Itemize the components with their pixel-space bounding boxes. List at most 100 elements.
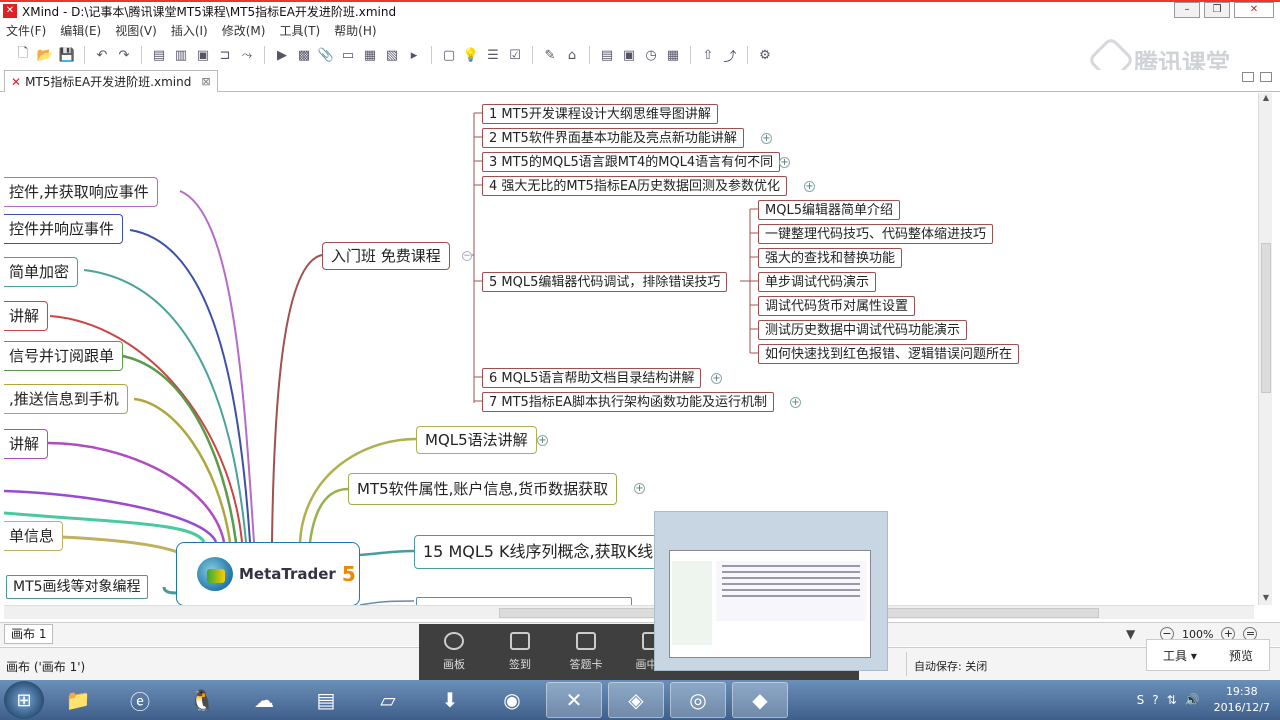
task-icon[interactable]: ☑ xyxy=(506,46,524,64)
left-node-6[interactable]: ,推送信息到手机 xyxy=(4,384,128,414)
qq-penguin-icon[interactable]: 🐧 xyxy=(174,682,230,718)
expand-plus-icon[interactable]: + xyxy=(761,133,772,144)
debug-subtopic-2[interactable]: 一键整理代码技巧、代码整体缩进技巧 xyxy=(758,224,994,244)
theme-icon[interactable]: ⌂ xyxy=(563,46,581,64)
menu-edit[interactable]: 编辑(E) xyxy=(60,22,101,40)
outline-icon[interactable]: ☰ xyxy=(484,46,502,64)
baidu-cloud-icon[interactable]: ☁ xyxy=(236,682,292,718)
answer-card-button[interactable]: 答题卡 xyxy=(563,624,609,680)
summary-icon[interactable]: ⊐ xyxy=(216,46,234,64)
redo-icon[interactable]: ↷ xyxy=(115,46,133,64)
expand-plus-icon[interactable]: + xyxy=(804,181,815,192)
network-icon[interactable]: ⇅ xyxy=(1167,693,1177,707)
attachment-icon[interactable]: 📎 xyxy=(317,46,335,64)
file-explorer-icon[interactable]: 📁 xyxy=(50,682,106,718)
menu-modify[interactable]: 修改(M) xyxy=(222,22,266,40)
menu-help[interactable]: 帮助(H) xyxy=(334,22,376,40)
left-node-2[interactable]: 控件并响应事件 xyxy=(4,214,124,244)
insert-subtopic-icon[interactable]: ▥ xyxy=(172,46,190,64)
debug-subtopic-5[interactable]: 调试代码货币对属性设置 xyxy=(758,296,916,316)
picture-in-picture-preview[interactable] xyxy=(654,511,888,671)
minimize-button[interactable]: – xyxy=(1174,2,1200,18)
hyperlink-icon[interactable]: ▧ xyxy=(383,46,401,64)
debug-subtopic-3[interactable]: 强大的查找和替换功能 xyxy=(758,248,903,268)
mt5-properties-topic[interactable]: MT5软件属性,账户信息,货币数据获取 xyxy=(348,473,618,505)
preview-button[interactable]: 预览 xyxy=(1229,647,1253,664)
settings-gear-icon[interactable]: ⚙ xyxy=(756,46,774,64)
left-node-5[interactable]: 信号并订阅跟单 xyxy=(4,341,124,371)
expand-plus-icon[interactable]: + xyxy=(790,397,801,408)
kline-sequence-topic[interactable]: 15 MQL5 K线序列概念,获取K线 xyxy=(414,535,663,569)
download-manager-icon[interactable]: ⬇ xyxy=(422,682,478,718)
vertical-scroll-thumb[interactable] xyxy=(1261,243,1271,393)
menu-view[interactable]: 视图(V) xyxy=(115,22,157,40)
left-node-9[interactable]: MT5画线等对象编程 xyxy=(6,575,148,599)
style-icon[interactable]: ✎ xyxy=(541,46,559,64)
grid-icon[interactable]: ▤ xyxy=(598,46,616,64)
tencent-classroom-taskbar-icon[interactable]: ◈ xyxy=(608,682,664,718)
horizontal-scrollbar[interactable] xyxy=(4,605,1254,619)
system-clock[interactable]: 19:38 2016/12/7 xyxy=(1214,684,1270,716)
help-icon[interactable]: ? xyxy=(1152,693,1158,707)
marker-icon[interactable]: ▢ xyxy=(440,46,458,64)
audio-icon[interactable]: ▸ xyxy=(405,46,423,64)
lightbulb-icon[interactable]: 💡 xyxy=(462,46,480,64)
note-icon[interactable]: ▦ xyxy=(361,46,379,64)
export-icon[interactable]: ⤴ xyxy=(721,46,739,65)
presentation-icon[interactable]: ▶ xyxy=(273,46,291,64)
boundary-icon[interactable]: ▣ xyxy=(194,46,212,64)
label-icon[interactable]: ▭ xyxy=(339,46,357,64)
menu-tools[interactable]: 工具(T) xyxy=(279,22,320,40)
intro-child-4[interactable]: 4 强大无比的MT5指标EA历史数据回测及参数优化 xyxy=(482,176,787,196)
image-icon[interactable]: ▩ xyxy=(295,46,313,64)
intro-child-5[interactable]: 5 MQL5编辑器代码调试，排除错误技巧 xyxy=(482,272,728,292)
collapse-toggle-icon[interactable]: − xyxy=(462,251,472,261)
central-topic[interactable]: MetaTrader 5 xyxy=(176,542,360,605)
chrome-icon[interactable]: ◉ xyxy=(484,682,540,718)
new-file-icon[interactable]: 🗋 xyxy=(14,46,32,64)
left-node-1[interactable]: 控件,并获取响应事件 xyxy=(4,177,158,207)
document-tab[interactable]: ✕ MT5指标EA开发进阶班.xmind ⊠ xyxy=(4,70,218,92)
xmind-taskbar-icon[interactable]: ✕ xyxy=(546,682,602,718)
whiteboard-button[interactable]: 画板 xyxy=(431,624,477,680)
intro-child-7[interactable]: 7 MT5指标EA脚本执行架构函数功能及运行机制 xyxy=(482,392,774,412)
layout-icon[interactable]: ▣ xyxy=(620,46,638,64)
scroll-up-icon[interactable]: ▲ xyxy=(1259,93,1273,105)
notes-app-icon[interactable]: ▤ xyxy=(298,682,354,718)
debug-subtopic-7[interactable]: 如何快速找到红色报错、逻辑错误问题所在 xyxy=(758,344,1020,364)
insert-topic-icon[interactable]: ▤ xyxy=(150,46,168,64)
maximize-editor-button[interactable] xyxy=(1260,72,1272,82)
intro-child-1[interactable]: 1 MT5开发课程设计大纲思维导图讲解 xyxy=(482,104,718,124)
menu-file[interactable]: 文件(F) xyxy=(6,22,46,40)
debug-subtopic-4[interactable]: 单步调试代码演示 xyxy=(758,272,877,292)
intro-branch-topic[interactable]: 入门班 免费课程 xyxy=(322,242,450,270)
sheet-tab[interactable]: 画布 1 xyxy=(4,624,54,644)
sign-in-button[interactable]: 签到 xyxy=(497,624,543,680)
input-method-icon[interactable]: S xyxy=(1137,693,1145,707)
open-folder-icon[interactable]: 📂 xyxy=(36,46,54,64)
start-button[interactable]: ⊞ xyxy=(4,681,44,719)
intro-child-3[interactable]: 3 MT5的MQL5语言跟MT4的MQL4语言有何不同 xyxy=(482,152,781,172)
menu-insert[interactable]: 插入(I) xyxy=(171,22,208,40)
expand-plus-icon[interactable]: + xyxy=(779,157,790,168)
maximize-button[interactable]: ❐ xyxy=(1204,2,1230,18)
debug-subtopic-1[interactable]: MQL5编辑器简单介绍 xyxy=(758,200,900,220)
upload-icon[interactable]: ⇧ xyxy=(699,46,717,64)
expand-plus-icon[interactable]: + xyxy=(711,373,722,384)
partially-hidden-topic[interactable] xyxy=(416,597,632,605)
close-button[interactable]: ✕ xyxy=(1234,2,1274,18)
intro-child-2[interactable]: 2 MT5软件界面基本功能及亮点新功能讲解 xyxy=(482,128,744,148)
left-node-4[interactable]: 讲解 xyxy=(4,301,49,331)
clock-icon[interactable]: ◷ xyxy=(642,46,660,64)
browser-e-icon[interactable]: ⓔ xyxy=(112,682,168,718)
vertical-scrollbar[interactable]: ▲ ▼ xyxy=(1258,93,1272,605)
mql5-syntax-topic[interactable]: MQL5语法讲解 xyxy=(416,426,537,454)
undo-icon[interactable]: ↶ xyxy=(93,46,111,64)
calendar-icon[interactable]: ▦ xyxy=(664,46,682,64)
expand-plus-icon[interactable]: + xyxy=(537,435,548,446)
close-tab-icon[interactable]: ⊠ xyxy=(201,75,210,88)
left-node-8[interactable]: 单信息 xyxy=(4,521,64,551)
mindmap-canvas[interactable]: 控件,并获取响应事件 控件并响应事件 简单加密 讲解 信号并订阅跟单 ,推送信息… xyxy=(4,93,1258,605)
metatrader-taskbar-icon[interactable]: ◎ xyxy=(670,682,726,718)
minimize-editor-button[interactable] xyxy=(1242,72,1254,82)
